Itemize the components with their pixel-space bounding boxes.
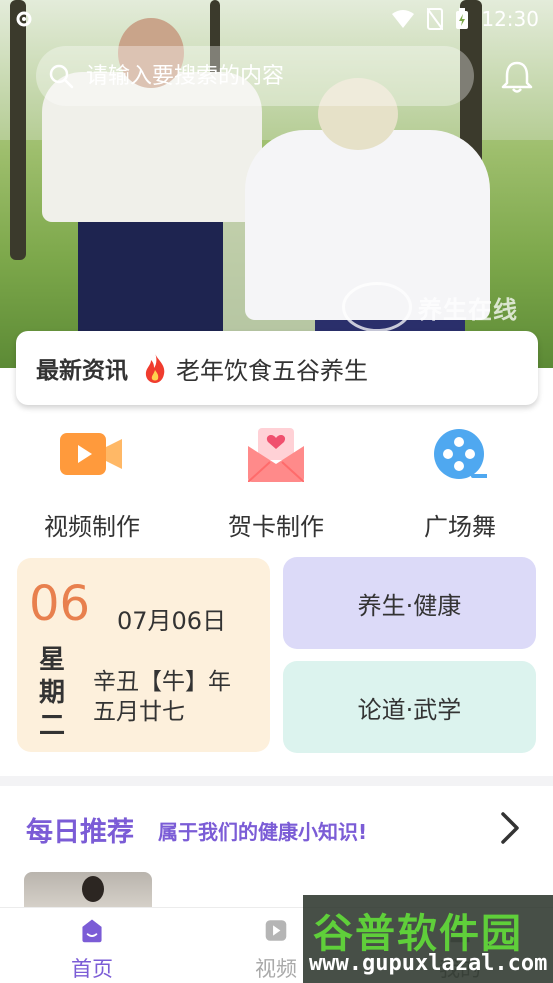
- section-divider: [0, 776, 553, 786]
- banner-watermark-text: 养生在线: [418, 295, 518, 324]
- feature-square-dance[interactable]: 广场舞: [368, 425, 552, 545]
- no-sim-icon: [427, 8, 444, 30]
- site-watermark: 谷普软件园 www.gupuxlazal.com: [303, 895, 553, 983]
- status-bar: 12:30: [0, 0, 553, 38]
- app-screen: 养生在线 12:30 请输入要搜索的内容 最新资讯 老年饮食五谷养生 视频制作 …: [0, 0, 553, 983]
- health-category-card[interactable]: 养生·健康: [283, 557, 536, 649]
- feature-grid: 视频制作 贺卡制作 广场舞: [0, 425, 553, 545]
- calendar-lunar-year: 辛丑【牛】年: [93, 669, 231, 695]
- thumbnail-person: [82, 876, 104, 902]
- nav-label: 首页: [71, 957, 113, 981]
- calendar-card[interactable]: 06 07月06日 星期二 辛丑【牛】年 五月廿七: [17, 558, 270, 752]
- status-time: 12:30: [481, 7, 539, 31]
- notification-gear-icon: [16, 11, 32, 27]
- search-icon: [49, 64, 74, 89]
- feature-label: 视频制作: [44, 513, 140, 541]
- status-right: 12:30: [391, 7, 539, 31]
- video-icon: [265, 920, 287, 941]
- news-label: 最新资讯: [36, 358, 128, 384]
- video-camera-icon: [59, 425, 125, 485]
- site-watermark-url: www.gupuxlazal.com: [309, 951, 548, 976]
- recommend-subtitle: 属于我们的健康小知识!: [158, 820, 368, 844]
- hero-tree: [10, 0, 26, 260]
- feature-label: 贺卡制作: [228, 513, 324, 541]
- feature-card-make[interactable]: 贺卡制作: [184, 425, 368, 545]
- calendar-day-number: 06: [29, 576, 91, 632]
- recommend-thumbnail[interactable]: [24, 872, 152, 912]
- news-ticker[interactable]: 最新资讯 老年饮食五谷养生: [16, 331, 538, 405]
- search-bar[interactable]: [36, 46, 474, 106]
- feature-label: 广场舞: [424, 513, 496, 541]
- news-headline: 老年饮食五谷养生: [176, 356, 368, 385]
- calendar-weekday: 星期二: [39, 645, 66, 741]
- nav-home[interactable]: 首页: [0, 908, 184, 983]
- nav-label: 视频: [255, 957, 297, 981]
- search-input[interactable]: [86, 63, 426, 89]
- bell-icon[interactable]: [498, 58, 536, 96]
- battery-charging-icon: [456, 8, 469, 29]
- film-reel-icon: [427, 425, 493, 485]
- calendar-date: 07月06日: [117, 607, 227, 635]
- envelope-heart-icon: [243, 425, 309, 485]
- lotus-logo-icon: [342, 282, 412, 332]
- calendar-lunar-day: 五月廿七: [93, 699, 185, 725]
- status-left: [14, 9, 34, 29]
- banner-watermark: 养生在线: [342, 282, 518, 332]
- home-icon: [82, 919, 102, 943]
- recommend-title: 每日推荐: [26, 817, 134, 848]
- feature-video-make[interactable]: 视频制作: [0, 425, 184, 545]
- chevron-right-icon[interactable]: [497, 810, 523, 846]
- martial-category-card[interactable]: 论道·武学: [283, 661, 536, 753]
- wifi-icon: [392, 10, 415, 28]
- flame-icon: [145, 353, 165, 383]
